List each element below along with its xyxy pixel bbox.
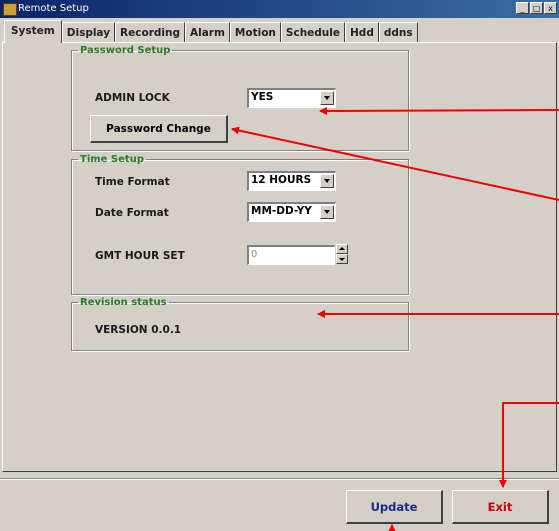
remote-setup-window: Remote Setup _ □ x System Display Record… xyxy=(0,0,559,531)
tab-hdd[interactable]: Hdd xyxy=(345,22,379,42)
date-format-dropdown-icon[interactable] xyxy=(320,205,334,219)
date-format-label: Date Format xyxy=(95,207,169,219)
footer-bar: Update Exit xyxy=(0,478,559,531)
exit-button[interactable]: Exit xyxy=(452,490,549,524)
version-text: VERSION 0.0.1 xyxy=(95,324,182,336)
time-format-value: 12 HOURS xyxy=(251,174,312,186)
spin-down-icon[interactable] xyxy=(336,254,348,264)
minimize-button[interactable]: _ xyxy=(516,2,529,14)
tab-strip: System Display Recording Alarm Motion Sc… xyxy=(4,20,418,43)
close-button[interactable]: x xyxy=(544,2,557,14)
gmt-hour-input[interactable]: 0 xyxy=(247,245,335,265)
tab-recording[interactable]: Recording xyxy=(115,22,185,42)
time-setup-legend: Time Setup xyxy=(80,154,144,165)
gmt-hour-value: 0 xyxy=(251,249,258,260)
maximize-button[interactable]: □ xyxy=(530,2,543,14)
admin-lock-select[interactable]: YES xyxy=(247,88,336,108)
tab-display[interactable]: Display xyxy=(61,22,116,42)
time-format-select[interactable]: 12 HOURS xyxy=(247,171,336,191)
update-button[interactable]: Update xyxy=(346,490,443,524)
tab-schedule[interactable]: Schedule xyxy=(280,22,346,42)
revision-status-legend: Revision status xyxy=(80,297,167,308)
time-format-label: Time Format xyxy=(95,176,170,188)
title-bar[interactable]: Remote Setup _ □ x xyxy=(0,0,559,18)
date-format-value: MM-DD-YY xyxy=(251,205,312,217)
gmt-hour-set-label: GMT HOUR SET xyxy=(95,250,185,262)
window-title: Remote Setup xyxy=(18,3,89,14)
system-panel: Password Setup ADMIN LOCK YES Password C… xyxy=(2,42,557,472)
time-format-dropdown-icon[interactable] xyxy=(320,174,334,188)
tab-system[interactable]: System xyxy=(4,20,62,43)
app-icon xyxy=(3,3,17,16)
tab-alarm[interactable]: Alarm xyxy=(184,22,230,42)
date-format-select[interactable]: MM-DD-YY xyxy=(247,202,336,222)
password-setup-legend: Password Setup xyxy=(80,45,171,56)
tab-ddns[interactable]: ddns xyxy=(378,22,418,42)
admin-lock-value: YES xyxy=(251,91,274,103)
footer-divider xyxy=(0,478,559,480)
admin-lock-dropdown-icon[interactable] xyxy=(320,91,334,105)
spin-up-icon[interactable] xyxy=(336,244,348,254)
password-change-button[interactable]: Password Change xyxy=(90,115,228,143)
gmt-hour-spinner[interactable] xyxy=(336,244,348,265)
tab-motion[interactable]: Motion xyxy=(229,22,281,42)
admin-lock-label: ADMIN LOCK xyxy=(95,92,170,104)
